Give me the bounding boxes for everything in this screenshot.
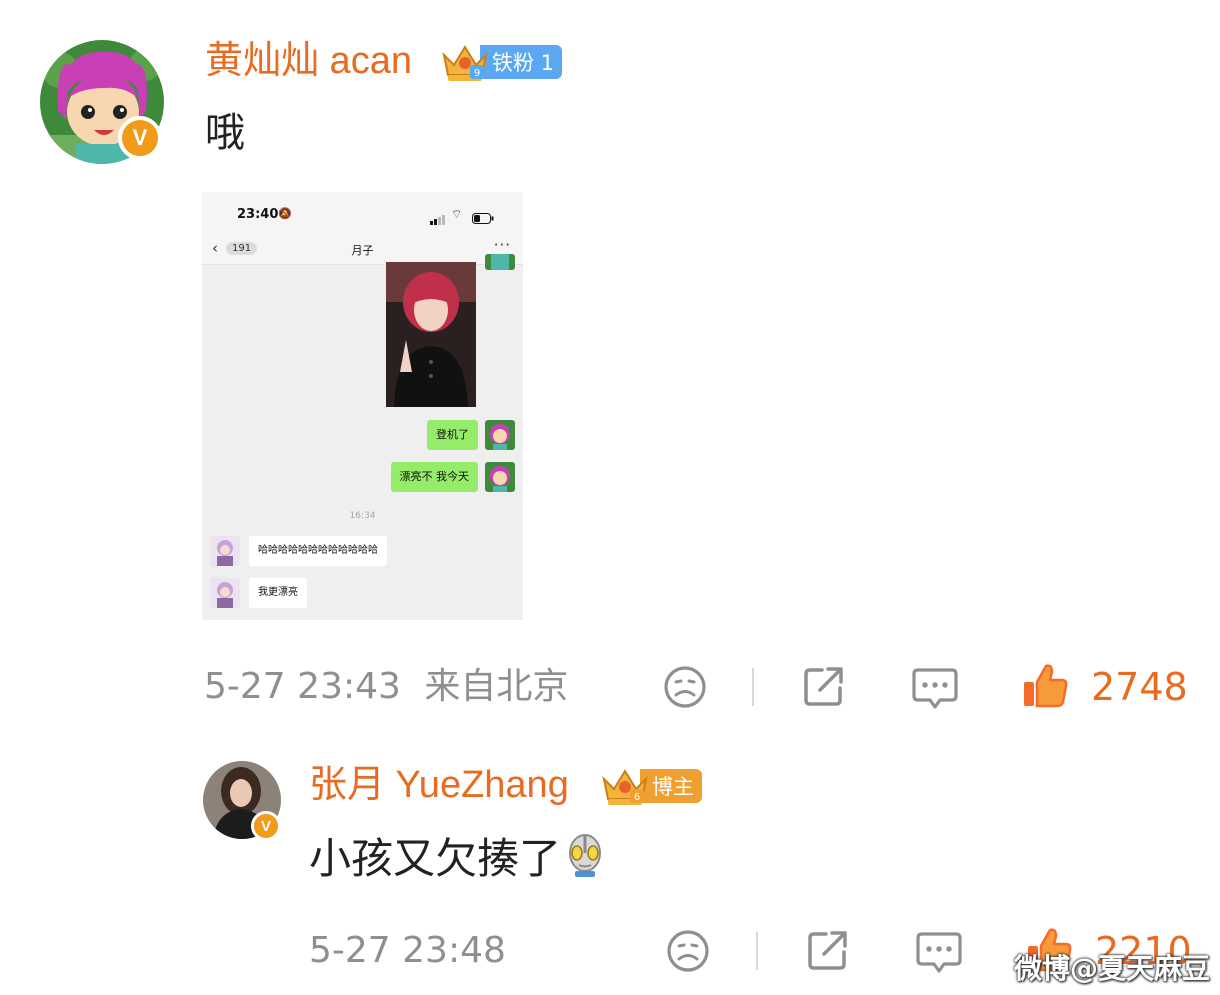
crown-icon: 9 bbox=[440, 41, 490, 83]
battery-icon bbox=[472, 209, 494, 228]
emoji-icon[interactable] bbox=[662, 664, 708, 714]
verified-badge-icon: V bbox=[118, 116, 162, 160]
thumbs-up-icon[interactable] bbox=[1020, 660, 1070, 714]
sent-message-2: 漂亮不 我今天 bbox=[390, 462, 478, 492]
chat-nav-bar: ‹ 191 月子 ··· bbox=[202, 236, 523, 265]
signal-icon bbox=[430, 210, 446, 229]
receiver-mini-avatar bbox=[210, 536, 240, 566]
phone-status-bar: 23:40 🔕 ⌔ bbox=[202, 192, 523, 236]
attached-chat-screenshot[interactable]: 23:40 🔕 ⌔ ‹ 191 月子 ··· 登机了 漂亮不 我今天 16:34… bbox=[202, 192, 523, 620]
status-time: 23:40 bbox=[237, 207, 279, 222]
comment-time: 5-27 23:43 bbox=[204, 666, 401, 707]
share-icon[interactable] bbox=[800, 662, 848, 714]
weibo-watermark: 微博@夏天麻豆 bbox=[1013, 952, 1210, 985]
comment-icon[interactable] bbox=[914, 928, 964, 980]
reply-username[interactable]: 张月 YueZhang bbox=[309, 761, 569, 809]
iron-fan-badge: 9 铁粉 1 bbox=[440, 41, 563, 83]
more-icon[interactable]: ··· bbox=[494, 236, 511, 254]
action-divider bbox=[752, 668, 754, 706]
receiver-mini-avatar bbox=[210, 578, 240, 608]
action-divider bbox=[756, 932, 758, 970]
sent-message-1: 登机了 bbox=[427, 420, 478, 450]
received-message-2: 我更漂亮 bbox=[249, 578, 307, 608]
blogger-badge: 6 博主 bbox=[600, 765, 702, 807]
chat-title: 月子 bbox=[351, 244, 374, 257]
received-message-1: 哈哈哈哈哈哈哈哈哈哈哈哈 bbox=[249, 536, 387, 566]
sender-mini-avatar bbox=[485, 254, 515, 270]
reply-timestamp: 5-27 23:48 bbox=[309, 930, 506, 971]
sender-mini-avatar bbox=[485, 462, 515, 492]
wifi-icon: ⌔ bbox=[451, 207, 463, 221]
share-icon[interactable] bbox=[804, 926, 852, 978]
sender-mini-avatar bbox=[485, 420, 515, 450]
bell-off-icon: 🔕 bbox=[278, 207, 292, 220]
weibo-comment-page: V 黄灿灿 acan 9 铁粉 1 哦 23:40 🔕 ⌔ ‹ 191 月子 ·… bbox=[0, 0, 1220, 995]
chat-timestamp: 16:34 bbox=[349, 511, 376, 521]
comment-username[interactable]: 黄灿灿 acan bbox=[205, 38, 412, 84]
verified-badge-icon: V bbox=[251, 811, 281, 841]
crown-icon: 6 bbox=[600, 765, 650, 807]
selfie-photo[interactable] bbox=[386, 262, 476, 407]
reply-text-content: 小孩又欠揍了 bbox=[309, 834, 562, 883]
fan-badge-label: 铁粉 1 bbox=[480, 45, 563, 79]
svg-text:6: 6 bbox=[634, 792, 640, 803]
reply-text: 小孩又欠揍了 bbox=[309, 832, 605, 890]
comment-location: 来自北京 bbox=[424, 666, 569, 707]
svg-text:9: 9 bbox=[474, 68, 480, 79]
like-count: 2748 bbox=[1091, 665, 1188, 709]
comment-text: 哦 bbox=[205, 110, 245, 156]
comment-icon[interactable] bbox=[910, 664, 960, 716]
user-avatar-yuezhang[interactable]: V bbox=[203, 761, 281, 841]
comment-timestamp: 5-27 23:43 来自北京 bbox=[204, 664, 568, 710]
ultraman-emoji-icon bbox=[565, 833, 605, 890]
user-avatar-acan[interactable]: V bbox=[40, 40, 164, 164]
emoji-icon[interactable] bbox=[665, 928, 711, 978]
